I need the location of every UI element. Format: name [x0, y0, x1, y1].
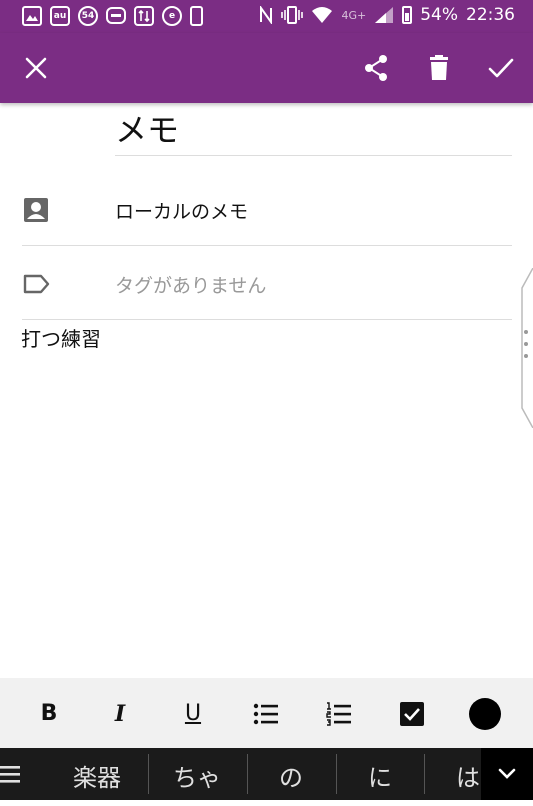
suggestion-item[interactable]: の [279, 758, 303, 793]
phone-icon [190, 6, 203, 26]
wifi-icon [312, 7, 333, 23]
suggestion-item[interactable]: ちゃ [173, 758, 221, 793]
vibrate-icon [281, 6, 304, 24]
app-bar [0, 33, 533, 103]
title-underline [115, 155, 512, 156]
tag-icon [23, 274, 50, 294]
au-icon: au [50, 6, 70, 26]
separator [424, 754, 425, 794]
notebook-icon [24, 198, 48, 222]
separator [336, 754, 337, 794]
close-icon[interactable] [20, 52, 52, 84]
delete-icon[interactable] [423, 52, 455, 84]
text-color-icon[interactable] [468, 697, 502, 731]
suggestion-item[interactable]: に [368, 758, 392, 793]
bullet-list-icon[interactable] [252, 700, 280, 728]
suggestion-item[interactable]: 楽器 [73, 758, 121, 793]
numbered-list-icon[interactable] [325, 700, 353, 728]
bold-button[interactable]: B [35, 700, 63, 728]
gallery-icon [22, 6, 42, 26]
format-toolbar: B I U [0, 678, 533, 748]
checkbox-icon[interactable] [398, 700, 426, 728]
clock: 22:36 [466, 5, 515, 25]
divider [22, 319, 512, 320]
notification-icons: au 54 e [22, 6, 203, 26]
note-title[interactable]: メモ [115, 105, 179, 151]
signal-icon [375, 7, 394, 23]
app-icon [134, 6, 154, 26]
tags-field[interactable]: タグがありません [115, 271, 266, 298]
network-type: 4G+ [341, 8, 367, 22]
note-body[interactable]: 打つ練習 [21, 323, 101, 352]
e-icon: e [162, 6, 182, 26]
nfc-icon [260, 6, 273, 24]
line-icon [106, 7, 126, 24]
menu-icon[interactable] [0, 762, 22, 786]
notebook-selector[interactable]: ローカルのメモ [115, 197, 248, 224]
divider [22, 245, 512, 246]
status-bar: au 54 e 4G+ 54% 22:36 [0, 0, 533, 33]
status-indicators: 4G+ 54% 22:36 [259, 5, 515, 25]
check-icon[interactable] [485, 52, 517, 84]
side-panel-handle[interactable] [519, 268, 533, 428]
keyboard-suggestion-bar: 楽器 ちゃ の に は [0, 748, 533, 800]
suggestion-item[interactable]: は [456, 758, 480, 793]
battery-icon [402, 6, 413, 24]
italic-button[interactable]: I [106, 700, 134, 728]
separator [247, 754, 248, 794]
underline-button[interactable]: U [179, 700, 207, 728]
collapse-keyboard-button[interactable] [481, 748, 533, 800]
battery-percent: 54% [420, 5, 458, 25]
share-icon[interactable] [360, 52, 392, 84]
chevron-down-icon [498, 768, 516, 779]
separator [148, 754, 149, 794]
badge-54-icon: 54 [78, 6, 98, 26]
